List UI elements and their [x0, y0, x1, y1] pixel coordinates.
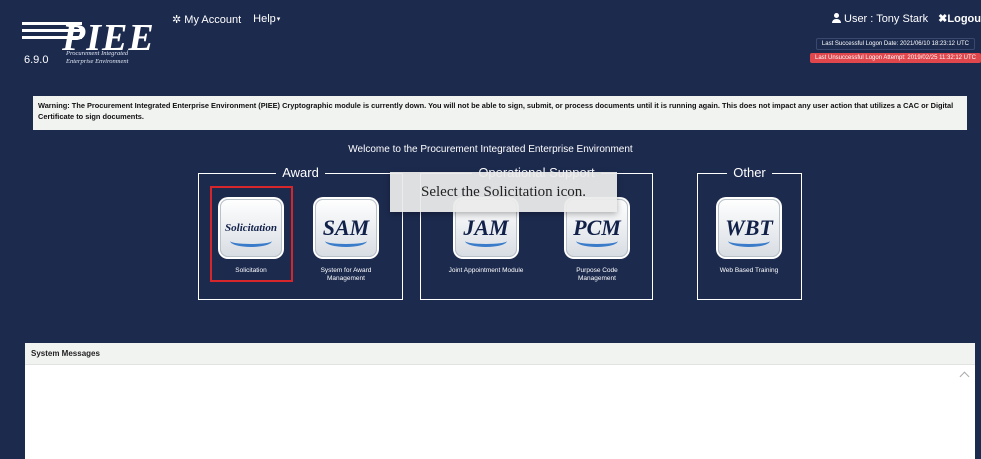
logo-subtitle-line2: Enterprise Environment: [66, 58, 129, 65]
chevron-down-icon: ▾: [276, 16, 281, 24]
user-icon: [832, 13, 841, 23]
group-award-title: Award: [199, 165, 402, 181]
last-successful-logon: Last Successful Logon Date: 2021/06/10 1…: [815, 38, 975, 50]
system-messages-title: System Messages: [25, 343, 975, 365]
top-nav: ✲ My Account Help▾: [172, 13, 280, 26]
logo-subtitle-line1: Procurement Integrated: [66, 50, 129, 57]
help-label: Help: [253, 13, 276, 25]
tile-sam[interactable]: SAM System for Award Management: [306, 199, 386, 283]
logo-subtitle: Procurement Integrated Enterprise Enviro…: [66, 50, 128, 66]
warning-banner: Warning: The Procurement Integrated Ente…: [33, 96, 967, 130]
tile-pcm-label: Purpose Code Management: [576, 267, 618, 282]
logout-button[interactable]: ✖Logou: [938, 13, 981, 25]
my-account-label: My Account: [184, 14, 242, 26]
sam-icon[interactable]: SAM: [315, 199, 377, 257]
gear-icon: ✲: [172, 14, 185, 26]
header: PIEE 6.9.0 Procurement Integrated Enterp…: [0, 0, 981, 90]
tile-sam-label: System for Award Management: [320, 267, 372, 282]
welcome-text: Welcome to the Procurement Integrated En…: [348, 144, 633, 155]
chevron-up-icon[interactable]: [959, 371, 970, 382]
version-number: 6.9.0: [24, 54, 49, 66]
user-label: User : Tony Stark: [844, 13, 929, 25]
wbt-icon[interactable]: WBT: [718, 199, 780, 257]
close-icon: ✖: [938, 13, 948, 25]
tile-wbt[interactable]: WBT Web Based Training: [709, 199, 789, 275]
group-other-title: Other: [698, 165, 801, 181]
my-account-menu[interactable]: ✲ My Account: [172, 13, 241, 26]
tile-jam-label: Joint Appointment Module: [448, 267, 524, 274]
last-unsuccessful-logon: Last Unsuccessful Logon Attempt: 2019/02…: [810, 53, 981, 63]
help-menu[interactable]: Help▾: [253, 13, 280, 26]
user-menu[interactable]: User : Tony Stark: [832, 13, 928, 25]
logout-label: Logou: [947, 13, 981, 25]
user-area: User : Tony Stark ✖Logou: [832, 12, 981, 25]
tile-wbt-label: Web Based Training: [719, 267, 779, 274]
instruction-tooltip: Select the Solicitation icon.: [390, 172, 617, 212]
piee-logo[interactable]: PIEE 6.9.0 Procurement Integrated Enterp…: [22, 14, 162, 70]
selection-highlight: [210, 186, 293, 282]
system-messages-panel: System Messages: [25, 343, 975, 459]
